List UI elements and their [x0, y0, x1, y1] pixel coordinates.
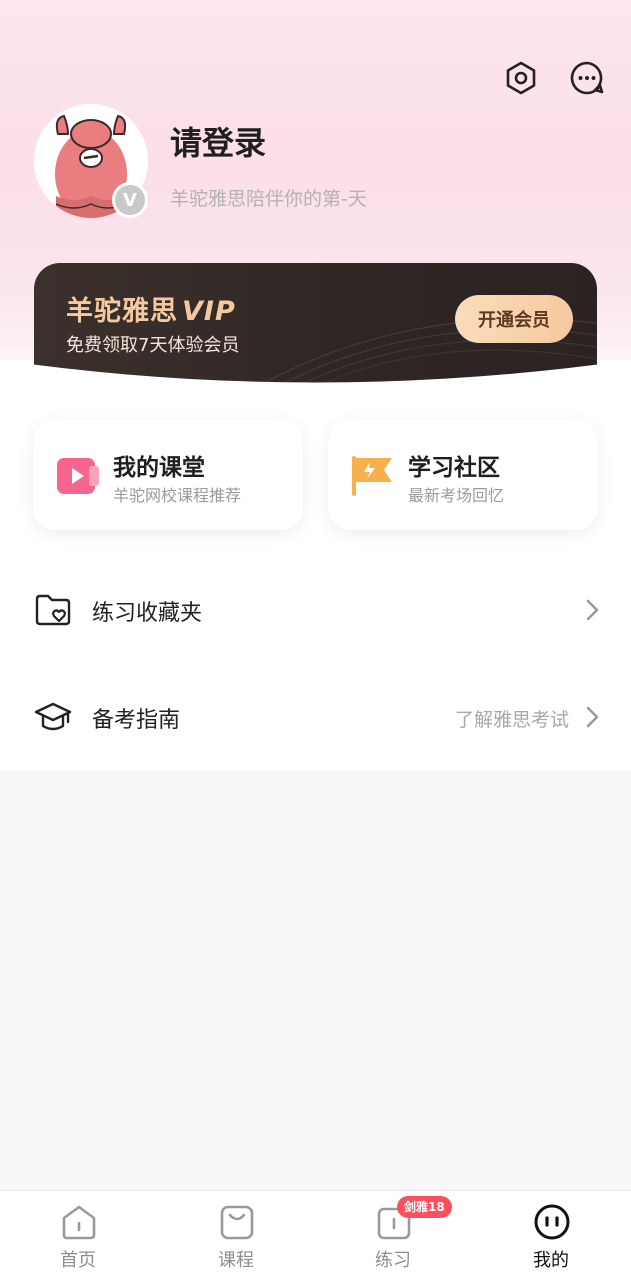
face-icon — [533, 1203, 571, 1241]
card-title: 学习社区 — [408, 455, 500, 481]
profile-page: V 请登录 羊驼雅思陪伴你的第-天 羊驼雅思 VIP 免费领取7天体验会员 开通会… — [0, 0, 631, 1280]
row-label: 备考指南 — [92, 708, 181, 733]
card-subtitle: 羊驼网校课程推荐 — [113, 486, 242, 505]
message-icon[interactable] — [569, 60, 605, 96]
practice-favorites-row[interactable]: 练习收藏夹 — [0, 565, 631, 655]
folder-heart-icon — [34, 591, 72, 629]
settings-icon[interactable] — [503, 60, 539, 96]
study-community-card[interactable]: 学习社区 最新考场回忆 — [328, 420, 598, 530]
tab-home[interactable]: 首页 — [18, 1191, 138, 1280]
tab-label: 练习 — [375, 1250, 411, 1271]
tab-practice[interactable]: 剑雅18 练习 — [333, 1191, 453, 1280]
verified-badge-icon: V — [112, 182, 148, 218]
bottom-tab-bar: 首页 课程 剑雅18 练习 我的 — [0, 1190, 631, 1280]
tab-badge: 剑雅18 — [397, 1196, 452, 1218]
video-icon — [55, 452, 101, 498]
vip-word: VIP — [182, 296, 236, 327]
chevron-right-icon — [583, 598, 601, 622]
card-subtitle: 最新考场回忆 — [408, 486, 505, 505]
vip-title: 羊驼雅思 VIP — [66, 289, 236, 328]
tab-mine[interactable]: 我的 — [491, 1191, 611, 1280]
vip-brand: 羊驼雅思 — [66, 296, 178, 327]
tab-courses[interactable]: 课程 — [176, 1191, 296, 1280]
companion-days-text: 羊驼雅思陪伴你的第-天 — [170, 188, 367, 210]
row-label: 练习收藏夹 — [92, 601, 203, 626]
card-title: 我的课堂 — [113, 455, 205, 481]
exam-guide-row[interactable]: 备考指南 了解雅思考试 — [0, 672, 631, 762]
tab-label: 我的 — [533, 1250, 569, 1271]
graduation-cap-icon — [34, 698, 72, 736]
wave-divider — [0, 360, 631, 400]
chevron-right-icon — [583, 705, 601, 729]
my-classroom-card[interactable]: 我的课堂 羊驼网校课程推荐 — [33, 420, 303, 530]
flag-icon — [350, 452, 396, 498]
bag-icon — [218, 1203, 256, 1241]
row-hint: 了解雅思考试 — [454, 709, 569, 731]
login-title[interactable]: 请登录 — [170, 118, 266, 164]
tab-label: 课程 — [218, 1250, 254, 1271]
tab-label: 首页 — [60, 1250, 96, 1271]
home-icon — [60, 1203, 98, 1241]
top-toolbar — [503, 60, 605, 96]
